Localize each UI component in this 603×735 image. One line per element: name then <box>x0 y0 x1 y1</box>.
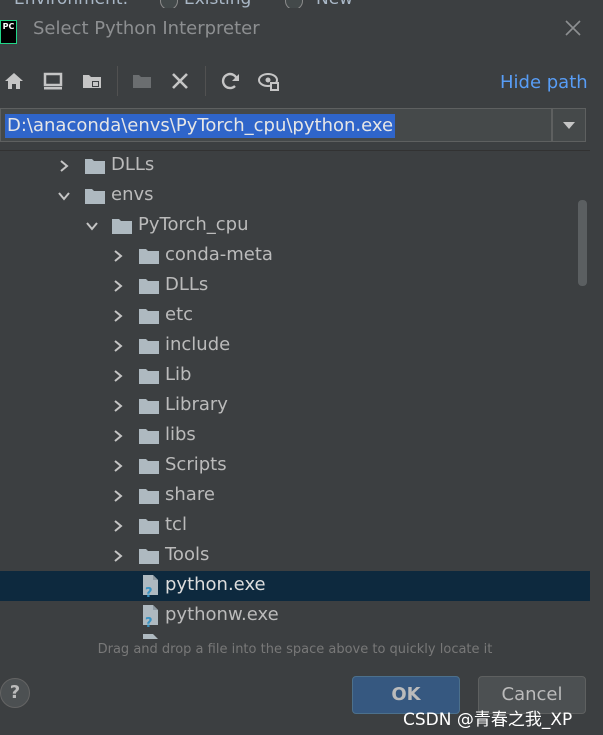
toolbar-separator <box>117 66 118 96</box>
delete-icon[interactable] <box>168 69 192 93</box>
new-folder-icon[interactable] <box>130 69 154 93</box>
tree-row-label: share <box>165 484 215 505</box>
tree-row[interactable]: include <box>0 331 590 361</box>
tree-row-label: include <box>165 334 231 355</box>
chevron-right-icon[interactable] <box>111 399 125 413</box>
tree-row-label: Lib <box>165 364 192 385</box>
folder-icon <box>139 519 159 534</box>
folder-icon <box>139 399 159 414</box>
tree-row[interactable]: Tools <box>0 541 590 571</box>
show-hidden-files-icon[interactable] <box>257 69 281 93</box>
tree-row[interactable]: Library <box>0 391 590 421</box>
chevron-right-icon[interactable] <box>111 249 125 263</box>
chevron-right-icon[interactable] <box>111 339 125 353</box>
help-button[interactable]: ? <box>0 678 30 708</box>
tree-row-label: DLLs <box>111 154 155 175</box>
project-folder-icon[interactable] <box>80 69 104 93</box>
dialog-title: Select Python Interpreter <box>33 18 260 39</box>
environment-label: Environment: <box>14 0 128 8</box>
csdn-watermark: CSDN @青春之我_XP <box>403 710 573 730</box>
close-icon[interactable] <box>563 18 583 38</box>
hide-path-link[interactable]: Hide path <box>500 72 588 93</box>
folder-icon <box>139 429 159 444</box>
tree-row[interactable]: ? pythonw.exe <box>0 601 590 631</box>
chevron-right-icon[interactable] <box>111 279 125 293</box>
tree-row[interactable]: conda-meta <box>0 241 590 271</box>
folder-icon <box>85 159 105 174</box>
pycharm-app-icon: PC <box>0 20 17 44</box>
existing-label: Existing <box>184 0 251 8</box>
existing-radio[interactable] <box>160 0 178 8</box>
tree-row[interactable]: DLLs <box>0 151 590 181</box>
tree-row-label: PyTorch_cpu <box>138 214 249 235</box>
chevron-right-icon[interactable] <box>111 369 125 383</box>
svg-text:?: ? <box>145 616 153 628</box>
tree-row-label: pythonw.exe <box>165 604 279 625</box>
file-chooser-toolbar: Hide path <box>0 60 603 104</box>
tree-row-label: conda-meta <box>165 244 273 265</box>
path-input-value: D:\anaconda\envs\PyTorch_cpu\python.exe <box>5 114 396 138</box>
tree-row[interactable]: libs <box>0 421 590 451</box>
file-tree[interactable]: DLLs envs PyTorch_cpu conda-meta DLLs et… <box>0 150 590 639</box>
toolbar-separator <box>205 66 206 96</box>
tree-row-label: Scripts <box>165 454 227 475</box>
home-icon[interactable] <box>2 69 26 93</box>
folder-icon <box>112 219 132 234</box>
tree-row-label: Library <box>165 394 228 415</box>
chevron-right-icon[interactable] <box>111 429 125 443</box>
refresh-icon[interactable] <box>218 69 242 93</box>
tree-row-label: libs <box>165 424 196 445</box>
tree-row-label: envs <box>111 184 154 205</box>
new-label: New <box>316 0 353 8</box>
tree-row[interactable]: DLLs <box>0 271 590 301</box>
tree-scrollbar-thumb[interactable] <box>578 200 587 286</box>
path-combobox: D:\anaconda\envs\PyTorch_cpu\python.exe <box>0 108 587 144</box>
unknown-file-icon: ? <box>143 575 158 598</box>
chevron-right-icon[interactable] <box>57 159 71 173</box>
tree-row[interactable]: Scripts <box>0 451 590 481</box>
folder-icon <box>139 549 159 564</box>
tree-row[interactable]: etc <box>0 301 590 331</box>
tree-row-label: etc <box>165 304 194 325</box>
tree-row-label: python.exe <box>165 574 266 595</box>
tree-row-partial <box>0 631 590 639</box>
folder-icon <box>139 249 159 264</box>
dialog-titlebar: PC Select Python Interpreter <box>0 8 603 52</box>
chevron-down-icon <box>563 122 575 129</box>
chevron-right-icon[interactable] <box>111 549 125 563</box>
path-input[interactable]: D:\anaconda\envs\PyTorch_cpu\python.exe <box>0 108 552 142</box>
drag-drop-hint: Drag and drop a file into the space abov… <box>97 642 493 657</box>
background-dialog-strip: Environment: Existing New <box>0 0 603 8</box>
tree-row[interactable]: share <box>0 481 590 511</box>
chevron-right-icon[interactable] <box>111 459 125 473</box>
tree-row-label: Tools <box>165 544 210 565</box>
chevron-right-icon[interactable] <box>111 489 125 503</box>
tree-row-label: tcl <box>165 514 187 535</box>
folder-icon <box>139 489 159 504</box>
chevron-right-icon[interactable] <box>111 309 125 323</box>
folder-icon <box>85 189 105 204</box>
tree-row[interactable]: envs <box>0 181 590 211</box>
folder-icon <box>139 369 159 384</box>
folder-icon <box>139 309 159 324</box>
svg-text:?: ? <box>145 586 153 598</box>
tree-row[interactable]: Lib <box>0 361 590 391</box>
tree-row-selected[interactable]: ? python.exe <box>0 571 590 601</box>
chevron-down-icon[interactable] <box>85 219 99 233</box>
tree-row[interactable]: tcl <box>0 511 590 541</box>
path-history-dropdown[interactable] <box>552 108 586 142</box>
chevron-right-icon[interactable] <box>111 519 125 533</box>
unknown-file-icon: ? <box>143 605 158 628</box>
chevron-down-icon[interactable] <box>57 189 71 203</box>
new-radio[interactable] <box>285 0 303 8</box>
folder-icon <box>139 459 159 474</box>
folder-icon <box>139 339 159 354</box>
folder-icon <box>139 279 159 294</box>
tree-row[interactable]: PyTorch_cpu <box>0 211 590 241</box>
file-icon <box>143 634 158 639</box>
desktop-icon[interactable] <box>41 69 65 93</box>
tree-row-label: DLLs <box>165 274 209 295</box>
